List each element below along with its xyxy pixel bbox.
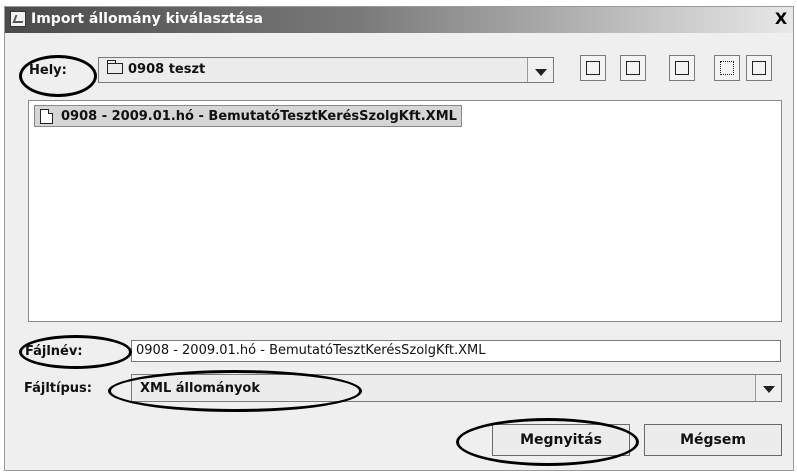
details-view-icon [752, 61, 766, 75]
list-view-icon [720, 61, 734, 75]
file-name: 0908 - 2009.01.hó - BemutatóTesztKerésSz… [61, 109, 457, 124]
home-icon [626, 61, 640, 75]
close-icon[interactable]: X [771, 9, 791, 29]
window-title: Import állomány kiválasztása [31, 11, 263, 27]
annotation-oval [456, 418, 639, 466]
home-button[interactable] [620, 55, 646, 81]
new-folder-icon [675, 61, 689, 75]
list-view-button[interactable] [714, 55, 740, 81]
up-one-level-icon [586, 61, 600, 75]
location-value: 0908 teszt [107, 60, 206, 77]
new-folder-button[interactable] [669, 55, 695, 81]
annotation-oval [108, 370, 362, 412]
location-combo[interactable]: 0908 teszt [98, 57, 554, 83]
folder-icon [107, 60, 123, 74]
annotation-oval [19, 55, 97, 97]
filetype-label: Fájltípus: [24, 381, 92, 396]
details-view-button[interactable] [746, 55, 772, 81]
up-one-level-button[interactable] [580, 55, 606, 81]
java-icon [10, 11, 26, 27]
chevron-down-icon[interactable] [527, 58, 553, 82]
title-bar[interactable]: Import állomány kiválasztása X [5, 7, 793, 33]
location-value-text: 0908 teszt [128, 62, 206, 77]
file-list[interactable]: 0908 - 2009.01.hó - BemutatóTesztKerésSz… [28, 100, 782, 322]
file-icon [40, 109, 53, 124]
chevron-down-icon[interactable] [755, 375, 781, 401]
list-item[interactable]: 0908 - 2009.01.hó - BemutatóTesztKerésSz… [34, 105, 462, 127]
filename-input[interactable]: 0908 - 2009.01.hó - BemutatóTesztKerésSz… [131, 340, 781, 362]
annotation-oval [19, 335, 132, 369]
cancel-button[interactable]: Mégsem [644, 424, 782, 456]
